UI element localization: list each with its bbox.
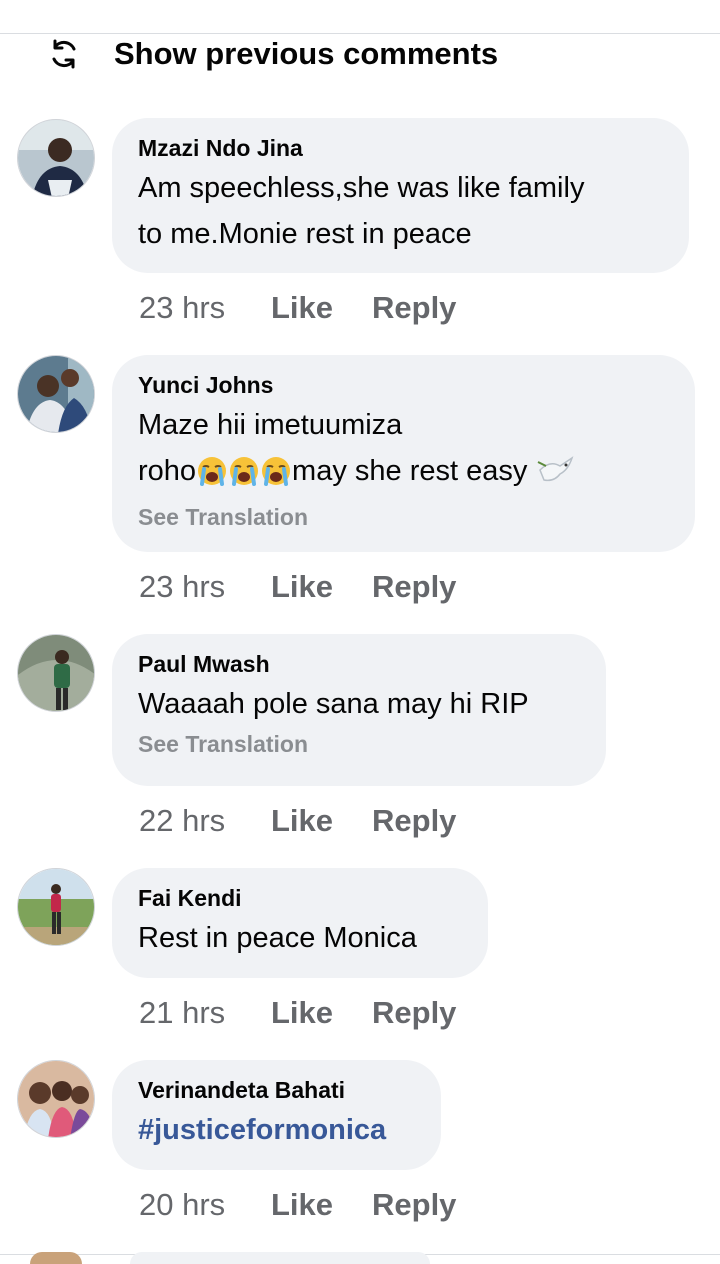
comment-text: Rest in peace Monica bbox=[138, 915, 460, 961]
reply-button[interactable]: Reply bbox=[372, 803, 456, 839]
show-previous-comments-button[interactable]: Show previous comments bbox=[44, 34, 498, 74]
comment-author[interactable]: Fai Kendi bbox=[138, 884, 460, 912]
comment-actions: 21 hrs Like Reply bbox=[139, 995, 456, 1031]
comment-text-line: Am speechless,she was like family bbox=[138, 172, 585, 204]
comment-text-line: Waaaah pole sana may hi RIP bbox=[138, 688, 529, 720]
like-button[interactable]: Like bbox=[271, 290, 372, 326]
show-previous-label: Show previous comments bbox=[114, 36, 499, 71]
comment-text: Maze hii imetuumiza roho may she rest eas… bbox=[138, 402, 667, 500]
crying-face-emoji bbox=[197, 454, 227, 500]
like-button[interactable]: Like bbox=[271, 803, 372, 839]
comment-time[interactable]: 23 hrs bbox=[139, 569, 271, 605]
comment-bubble: Paul Mwash Waaaah pole sana may hi RIP S… bbox=[112, 634, 606, 786]
avatar[interactable] bbox=[17, 1060, 95, 1138]
reply-button[interactable]: Reply bbox=[372, 995, 456, 1031]
reply-button[interactable]: Reply bbox=[372, 290, 456, 326]
comment-text-line: to me.Monie rest in peace bbox=[138, 218, 472, 250]
comment-text-fragment: may she rest easy bbox=[292, 455, 528, 487]
avatar[interactable] bbox=[17, 355, 95, 433]
comment-author[interactable]: Verinandeta Bahati bbox=[138, 1076, 413, 1104]
comment-actions: 20 hrs Like Reply bbox=[139, 1187, 456, 1223]
reply-button[interactable]: Reply bbox=[372, 569, 456, 605]
comment-time[interactable]: 21 hrs bbox=[139, 995, 271, 1031]
comment-text-line: Rest in peace Monica bbox=[138, 922, 417, 954]
crying-face-emoji bbox=[261, 454, 291, 500]
comment-bubble: Mzazi Ndo Jina Am speechless,she was lik… bbox=[112, 118, 689, 273]
comment-actions: 23 hrs Like Reply bbox=[139, 290, 456, 326]
comment-text-line: Maze hii imetuumiza bbox=[138, 409, 403, 441]
avatar[interactable] bbox=[17, 868, 95, 946]
comment-bubble: Verinandeta Bahati #justiceformonica bbox=[112, 1060, 441, 1170]
crying-face-emoji bbox=[229, 454, 259, 500]
comment-text: Am speechless,she was like family to me.… bbox=[138, 165, 661, 257]
comment-bubble bbox=[130, 1252, 430, 1264]
comment-bubble: Fai Kendi Rest in peace Monica bbox=[112, 868, 488, 978]
reply-button[interactable]: Reply bbox=[372, 1187, 456, 1223]
avatar[interactable] bbox=[17, 119, 95, 197]
refresh-icon bbox=[44, 34, 84, 74]
hashtag-link[interactable]: #justiceformonica bbox=[138, 1114, 386, 1146]
avatar[interactable] bbox=[17, 634, 95, 712]
comment-text-fragment: roho bbox=[138, 455, 197, 487]
comment-author[interactable]: Mzazi Ndo Jina bbox=[138, 134, 661, 162]
comment-time[interactable]: 20 hrs bbox=[139, 1187, 271, 1223]
comment-author[interactable]: Yunci Johns bbox=[138, 371, 667, 399]
see-translation-link[interactable]: See Translation bbox=[138, 729, 578, 759]
like-button[interactable]: Like bbox=[271, 995, 372, 1031]
like-button[interactable]: Like bbox=[271, 1187, 372, 1223]
comment-bubble: Yunci Johns Maze hii imetuumiza roho may … bbox=[112, 355, 695, 552]
comment-text: #justiceformonica bbox=[138, 1107, 413, 1153]
comment-actions: 22 hrs Like Reply bbox=[139, 803, 456, 839]
like-button[interactable]: Like bbox=[271, 569, 372, 605]
see-translation-link[interactable]: See Translation bbox=[138, 502, 667, 532]
comment-author[interactable]: Paul Mwash bbox=[138, 650, 578, 678]
comment-actions: 23 hrs Like Reply bbox=[139, 569, 456, 605]
comment-time[interactable]: 22 hrs bbox=[139, 803, 271, 839]
comment-text: Waaaah pole sana may hi RIP bbox=[138, 681, 578, 727]
comment-time[interactable]: 23 hrs bbox=[139, 290, 271, 326]
comment-text-line: roho may she rest easy bbox=[138, 448, 667, 500]
avatar[interactable] bbox=[30, 1252, 82, 1264]
dove-emoji bbox=[536, 452, 576, 500]
